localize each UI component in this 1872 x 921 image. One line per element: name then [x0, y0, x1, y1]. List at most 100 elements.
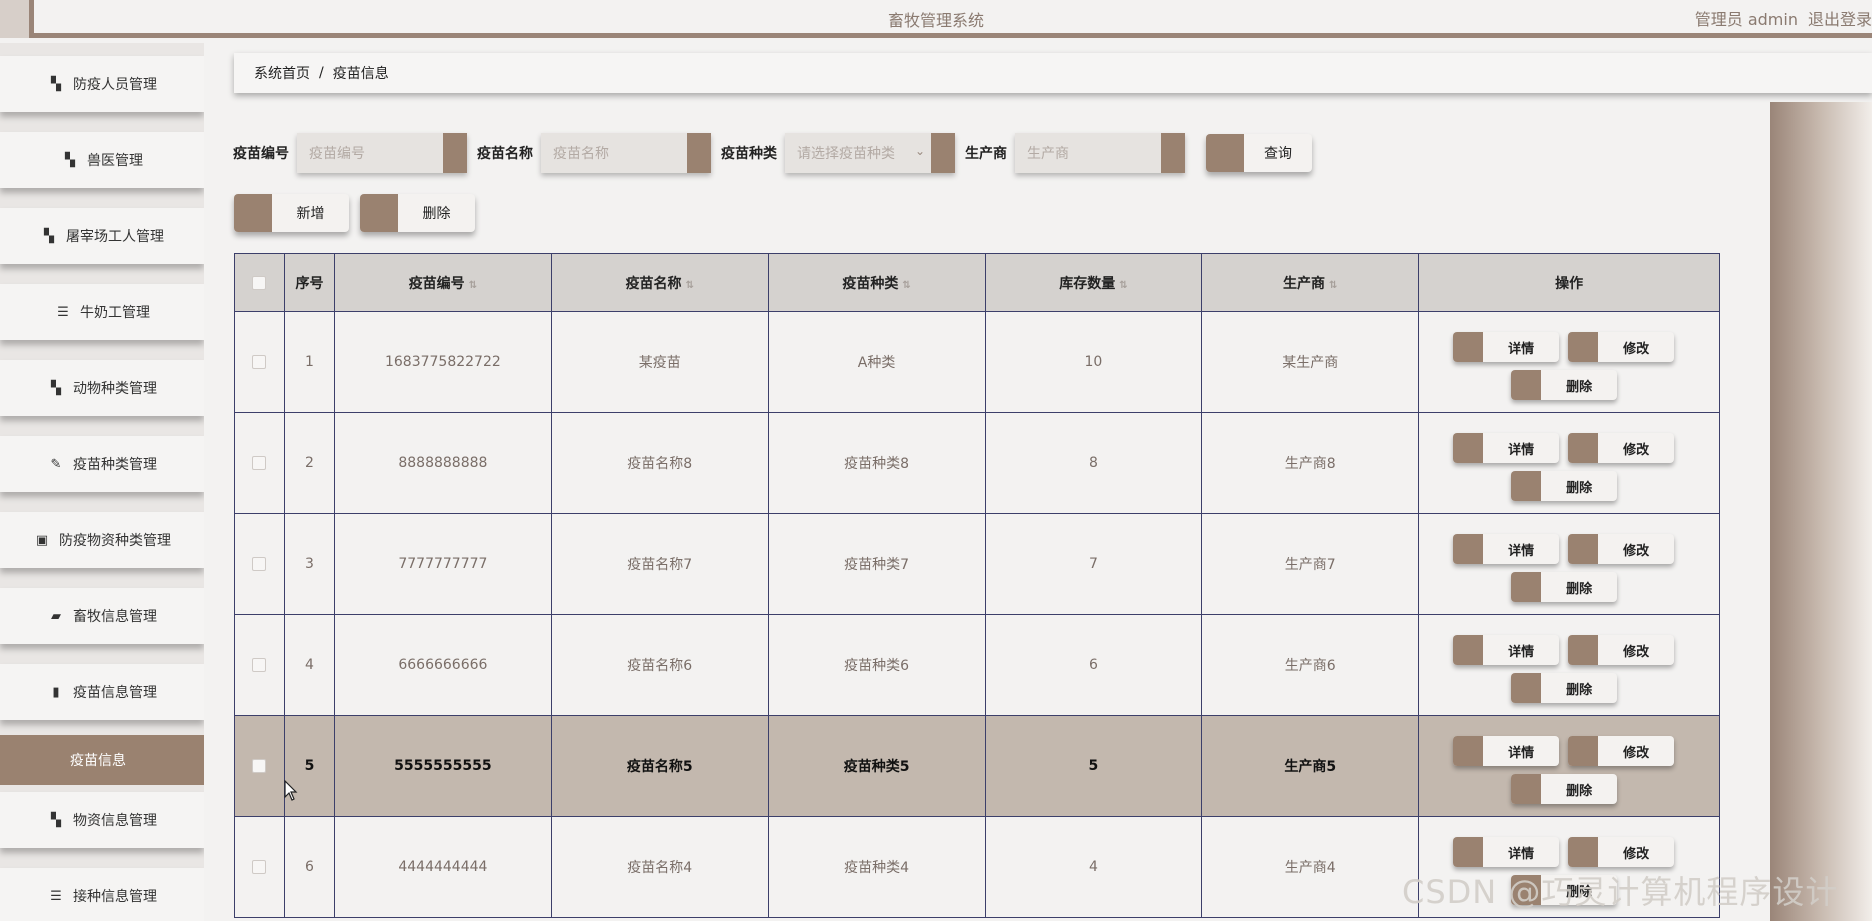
row-delete-button[interactable]: 删除	[1511, 572, 1618, 602]
cell-name: 疫苗名称7	[550, 513, 769, 615]
cell-type: 疫苗种类7	[767, 513, 986, 615]
sidebar-item-supply-info[interactable]: ▚ 物资信息管理	[0, 792, 204, 848]
edit-button[interactable]: 修改	[1568, 837, 1675, 867]
sidebar-item-label: 动物种类管理	[73, 381, 157, 397]
row-checkbox[interactable]	[252, 355, 267, 369]
mouse-cursor-icon	[284, 780, 298, 801]
cell-no: 2	[283, 412, 335, 514]
cell-name: 疫苗名称5	[550, 715, 769, 817]
logout-link[interactable]: 退出登录	[1808, 10, 1872, 29]
table-row[interactable]: 3 7777777777 疫苗名称7 疫苗种类7 7 生产商7 详情 修改 删除	[234, 513, 1720, 615]
cell-ops: 详情 修改删除	[1418, 412, 1720, 514]
sidebar-item-vaccine-type[interactable]: ✎ 疫苗种类管理	[0, 436, 204, 492]
row-delete-button[interactable]: 删除	[1511, 673, 1618, 703]
code-input-addon	[440, 133, 467, 173]
breadcrumb-home[interactable]: 系统首页	[254, 63, 310, 83]
code-input[interactable]: 疫苗编号	[297, 133, 467, 173]
row-delete-button[interactable]: 删除	[1511, 370, 1618, 400]
table-row[interactable]: 4 6666666666 疫苗名称6 疫苗种类6 6 生产商6 详情 修改 删除	[234, 614, 1720, 716]
row-delete-button[interactable]: 删除	[1511, 774, 1618, 804]
detail-button[interactable]: 详情	[1453, 837, 1560, 867]
query-button[interactable]: 查询	[1206, 134, 1312, 172]
cell-maker: 生产商5	[1201, 715, 1420, 817]
list-icon: ☰	[57, 304, 69, 320]
button-swatch	[1206, 134, 1244, 172]
detail-button[interactable]: 详情	[1453, 736, 1560, 766]
sidebar-item-vaccine-info[interactable]: ▮ 疫苗信息管理	[0, 664, 204, 720]
cell-maker: 某生产商	[1201, 311, 1420, 413]
sidebar-item-supply-type[interactable]: ▣ 防疫物资种类管理	[0, 512, 204, 568]
detail-button[interactable]: 详情	[1453, 635, 1560, 665]
bar-chart-icon: ▮	[52, 684, 60, 700]
row-checkbox[interactable]	[252, 557, 267, 571]
edit-button[interactable]: 修改	[1568, 332, 1675, 362]
sidebar-item-livestock-info[interactable]: ▰ 畜牧信息管理	[0, 588, 204, 644]
cell-code: 8888888888	[333, 412, 552, 514]
row-checkbox[interactable]	[252, 860, 267, 874]
col-header-type[interactable]: 疫苗种类 ⇅	[767, 253, 986, 312]
row-actions: 详情 修改删除	[1419, 413, 1719, 513]
sort-icon[interactable]: ⇅	[469, 280, 477, 291]
cell-no: 1	[283, 311, 335, 413]
add-button[interactable]: 新增	[234, 194, 349, 232]
detail-button[interactable]: 详情	[1453, 433, 1560, 463]
table-row[interactable]: 1 1683775822722 某疫苗 A种类 10 某生产商 详情 修改 删除	[234, 311, 1720, 413]
sidebar-item-animal-type[interactable]: ▚ 动物种类管理	[0, 360, 204, 416]
button-swatch	[1568, 635, 1599, 665]
col-header-name[interactable]: 疫苗名称 ⇅	[550, 253, 769, 312]
sidebar-subitem-vaccine-info[interactable]: 疫苗信息	[0, 735, 204, 785]
select-all-checkbox[interactable]	[252, 275, 267, 290]
cell-ops: 详情 修改 删除	[1418, 513, 1720, 615]
row-delete-button[interactable]: 删除	[1511, 471, 1618, 501]
row-checkbox[interactable]	[252, 456, 267, 470]
cell-maker: 生产商4	[1201, 816, 1420, 918]
row-actions: 详情 修改删除	[1419, 615, 1719, 715]
type-select[interactable]: 请选择疫苗种类 ⌄	[785, 133, 955, 173]
sort-icon[interactable]: ⇅	[902, 280, 910, 291]
detail-button[interactable]: 详情	[1453, 332, 1560, 362]
button-swatch	[1568, 332, 1599, 362]
edit-button[interactable]: 修改	[1568, 736, 1675, 766]
vaccine-table: 序号 疫苗编号 ⇅ 疫苗名称 ⇅ 疫苗种类 ⇅ 库存数量 ⇅ 生产商 ⇅ 操作 1 1683…	[234, 253, 1720, 918]
cell-type: 疫苗种类6	[767, 614, 986, 716]
delete-button[interactable]: 删除	[360, 194, 475, 232]
code-placeholder: 疫苗编号	[309, 146, 365, 162]
table-header-row: 序号 疫苗编号 ⇅ 疫苗名称 ⇅ 疫苗种类 ⇅ 库存数量 ⇅ 生产商 ⇅ 操作	[234, 253, 1720, 312]
row-checkbox[interactable]	[252, 759, 267, 773]
sidebar-item-slaughter-worker[interactable]: ▚ 屠宰场工人管理	[0, 208, 204, 264]
cell-maker: 生产商7	[1201, 513, 1420, 615]
cell-type: A种类	[767, 311, 986, 413]
cell-maker: 生产商8	[1201, 412, 1420, 514]
button-swatch	[1453, 534, 1484, 564]
sidebar-item-label: 疫苗种类管理	[73, 457, 157, 473]
button-swatch	[1511, 673, 1542, 703]
edit-button-label: 修改	[1623, 543, 1650, 559]
row-checkbox[interactable]	[252, 658, 267, 672]
sort-icon[interactable]: ⇅	[1329, 280, 1337, 291]
cell-no: 4	[283, 614, 335, 716]
button-swatch	[1511, 370, 1542, 400]
sort-icon[interactable]: ⇅	[686, 280, 694, 291]
table-row[interactable]: 5 5555555555 疫苗名称5 疫苗种类5 5 生产商5 详情 修改 删除	[234, 715, 1720, 817]
cell-qty: 7	[984, 513, 1203, 615]
col-header-code[interactable]: 疫苗编号 ⇅	[333, 253, 552, 312]
add-button-label: 新增	[296, 206, 325, 222]
edit-button[interactable]: 修改	[1568, 534, 1675, 564]
col-header-qty[interactable]: 库存数量 ⇅	[984, 253, 1203, 312]
detail-button[interactable]: 详情	[1453, 534, 1560, 564]
edit-button[interactable]: 修改	[1568, 433, 1675, 463]
sort-icon[interactable]: ⇅	[1119, 280, 1127, 291]
maker-input[interactable]: 生产商	[1015, 133, 1185, 173]
cell-qty: 8	[984, 412, 1203, 514]
breadcrumb: 系统首页 / 疫苗信息	[234, 53, 1872, 93]
col-header-maker[interactable]: 生产商 ⇅	[1201, 253, 1420, 312]
edit-button[interactable]: 修改	[1568, 635, 1675, 665]
sidebar-item-milk-worker[interactable]: ☰ 牛奶工管理	[0, 284, 204, 340]
sidebar-item-vaccination-info[interactable]: ☰ 接种信息管理	[0, 868, 204, 921]
sidebar-item-vet[interactable]: ▚ 兽医管理	[0, 132, 204, 188]
name-placeholder: 疫苗名称	[553, 146, 609, 162]
name-input[interactable]: 疫苗名称	[541, 133, 711, 173]
table-row[interactable]: 2 8888888888 疫苗名称8 疫苗种类8 8 生产商8 详情 修改 删除	[234, 412, 1720, 514]
sidebar-item-epidemic-staff[interactable]: ▚ 防疫人员管理	[0, 56, 204, 112]
sidebar-item-label: 疫苗信息管理	[73, 685, 157, 701]
